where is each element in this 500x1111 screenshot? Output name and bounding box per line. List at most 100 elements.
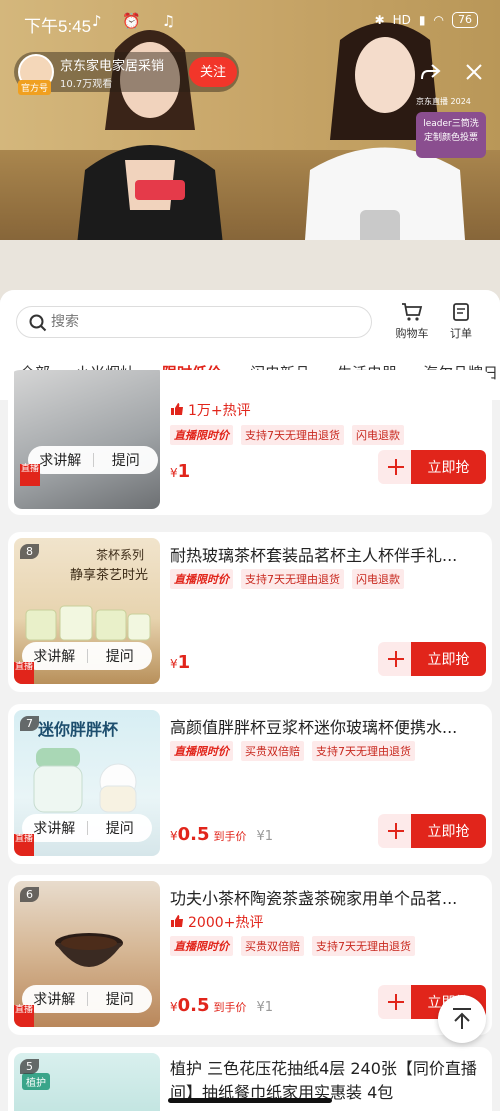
- orders-label: 订单: [450, 327, 472, 340]
- ask-question-button[interactable]: 提问: [94, 450, 159, 470]
- tag: 买贵双倍赔: [241, 741, 304, 761]
- plus-icon: [388, 459, 404, 475]
- live-corner-tag: 直播: [14, 1005, 34, 1027]
- tag: 支持7天无理由退货: [241, 425, 344, 445]
- ask-question-button[interactable]: 提问: [88, 818, 153, 838]
- back-to-top-button[interactable]: [438, 995, 486, 1043]
- tea-bowl-image: [55, 933, 123, 967]
- product-title[interactable]: 高颜值胖胖杯豆浆杯迷你玻璃杯便携水...: [170, 714, 484, 738]
- thumb-text: 茶杯系列: [96, 548, 145, 562]
- ask-pill[interactable]: 求讲解 提问: [22, 985, 152, 1013]
- product-thumb: 迷你胖胖杯 7 求讲解 提问 直播: [14, 710, 160, 856]
- status-bar: 下午5:45 ♪ ⏰ ♫ ✱ HD ▮ ◠ 76: [0, 0, 500, 44]
- cart-button[interactable]: 购物车: [387, 302, 437, 341]
- add-to-cart-button[interactable]: [378, 985, 414, 1019]
- plus-icon: [388, 651, 404, 667]
- price: ¥1: [170, 461, 190, 482]
- search-icon: [29, 314, 47, 332]
- ask-question-button[interactable]: 提问: [88, 646, 153, 666]
- glass-cups-image: [25, 605, 151, 641]
- hand-price-label: 到手价: [213, 1001, 247, 1014]
- product-card[interactable]: 迷你胖胖杯 7 求讲解 提问 直播 高颜值胖胖杯豆浆杯迷你玻璃杯便携水... 直播…: [8, 704, 492, 864]
- host-name: 京东家电家居采销: [60, 59, 165, 74]
- add-to-cart-button[interactable]: [378, 450, 414, 484]
- follow-button[interactable]: 关注: [189, 57, 237, 87]
- plus-icon: [388, 823, 404, 839]
- live-corner-tag: 直播: [14, 834, 34, 856]
- orders-button[interactable]: 订单: [436, 302, 486, 341]
- tag: 闪电退款: [352, 569, 404, 589]
- product-list: 求讲解 提问 直播 1万+热评 直播限时价 支持7天无理由退货 闪电退款 ¥1 立…: [0, 370, 500, 1111]
- product-thumb: 茶杯系列 静享茶艺时光 8 求讲解 提问 直播: [14, 538, 160, 684]
- product-card[interactable]: 求讲解 提问 直播 1万+热评 直播限时价 支持7天无理由退货 闪电退款 ¥1 立…: [8, 370, 492, 515]
- cart-label: 购物车: [395, 327, 429, 340]
- tag-live-price: 直播限时价: [170, 741, 233, 761]
- product-title[interactable]: 功夫小茶杯陶瓷茶盏茶碗家用单个品茗...: [170, 885, 484, 909]
- live-corner-tag: 直播: [14, 662, 34, 684]
- tag: 闪电退款: [352, 425, 404, 445]
- buy-now-button[interactable]: 立即抢: [411, 642, 486, 676]
- product-card[interactable]: 6 求讲解 提问 直播 功夫小茶杯陶瓷茶盏茶碗家用单个品茗... 2000+热评 …: [8, 875, 492, 1035]
- ask-pill[interactable]: 求讲解 提问: [22, 642, 152, 670]
- thumb-text: 迷你胖胖杯: [38, 720, 119, 739]
- tag: 支持7天无理由退货: [312, 741, 415, 761]
- promo-card[interactable]: leader三筒洗 定制颜色投票: [416, 112, 486, 158]
- tag-live-price: 直播限时价: [170, 936, 233, 956]
- close-icon[interactable]: [462, 60, 486, 84]
- status-icons: ✱ HD ▮ ◠ 76: [375, 12, 478, 28]
- wifi-icon: ◠: [433, 13, 444, 27]
- tag-row: 直播限时价 支持7天无理由退货 闪电退款: [170, 569, 404, 589]
- official-badge: 官方号: [18, 80, 52, 95]
- ask-question-button[interactable]: 提问: [88, 989, 153, 1009]
- price: ¥0.5 到手价 ¥1: [170, 824, 273, 845]
- tag-row: 直播限时价 买贵双倍赔 支持7天无理由退货: [170, 741, 415, 761]
- buy-now-button[interactable]: 立即抢: [411, 450, 486, 484]
- live-corner-tag: 直播: [20, 464, 40, 486]
- price: ¥1: [170, 652, 190, 673]
- product-card[interactable]: 茶杯系列 静享茶艺时光 8 求讲解 提问 直播 耐热玻璃茶杯套装品茗杯主人杯伴手礼…: [8, 532, 492, 692]
- price-value: 1: [177, 461, 191, 482]
- hot-reviews-text: 1万+热评: [188, 403, 251, 419]
- search-box[interactable]: [16, 306, 372, 338]
- original-price: ¥1: [256, 1000, 274, 1015]
- home-indicator[interactable]: [168, 1098, 332, 1103]
- signal-icon: ▮: [418, 13, 426, 27]
- product-thumb: 植护 5: [14, 1053, 160, 1111]
- buy-now-button[interactable]: 立即抢: [411, 814, 486, 848]
- add-to-cart-button[interactable]: [378, 814, 414, 848]
- thumb-text: 静享茶艺时光: [70, 568, 149, 583]
- price-value: 1: [177, 652, 191, 673]
- notification-icons: ♪ ⏰ ♫: [92, 12, 184, 30]
- tag-live-price: 直播限时价: [170, 569, 233, 589]
- search-input[interactable]: [51, 313, 351, 329]
- price-symbol: ¥: [170, 1000, 178, 1014]
- price-value: 0.5: [177, 824, 210, 845]
- battery-icon: 76: [452, 12, 478, 28]
- share-icon[interactable]: [418, 60, 442, 84]
- hot-reviews: 1万+热评: [170, 400, 251, 420]
- price-symbol: ¥: [170, 829, 178, 843]
- price-symbol: ¥: [170, 466, 178, 480]
- tag: 支持7天无理由退货: [241, 569, 344, 589]
- product-panel: 购物车 订单 全部 小米烟灶 限时低价 闪电新品 生活电器 海尔品牌日 求讲解提…: [0, 290, 500, 1111]
- promo-caption: 京东直播 2024: [416, 97, 471, 106]
- product-title[interactable]: 耐热玻璃茶杯套装品茗杯主人杯伴手礼...: [170, 542, 484, 566]
- hand-price-label: 到手价: [213, 830, 247, 843]
- rank-badge: 7: [20, 716, 39, 731]
- price-symbol: ¥: [170, 657, 178, 671]
- arrow-up-icon: [453, 1008, 471, 1029]
- original-price: ¥1: [256, 829, 274, 844]
- tag-live-price: 直播限时价: [170, 425, 233, 445]
- bluetooth-icon: ✱: [374, 13, 385, 27]
- tag-row: 直播限时价 支持7天无理由退货 闪电退款: [170, 425, 404, 445]
- ask-pill[interactable]: 求讲解 提问: [28, 446, 158, 474]
- hot-reviews-text: 2000+热评: [188, 915, 264, 931]
- tag-row: 直播限时价 买贵双倍赔 支持7天无理由退货: [170, 936, 415, 956]
- thumbs-up-icon: [171, 403, 183, 415]
- add-to-cart-button[interactable]: [378, 642, 414, 676]
- product-thumb: 求讲解 提问 直播: [14, 370, 160, 509]
- status-time: 下午5:45: [24, 17, 92, 36]
- ask-pill[interactable]: 求讲解 提问: [22, 814, 152, 842]
- view-count: 10.7万观看: [60, 79, 113, 90]
- tag: 买贵双倍赔: [241, 936, 304, 956]
